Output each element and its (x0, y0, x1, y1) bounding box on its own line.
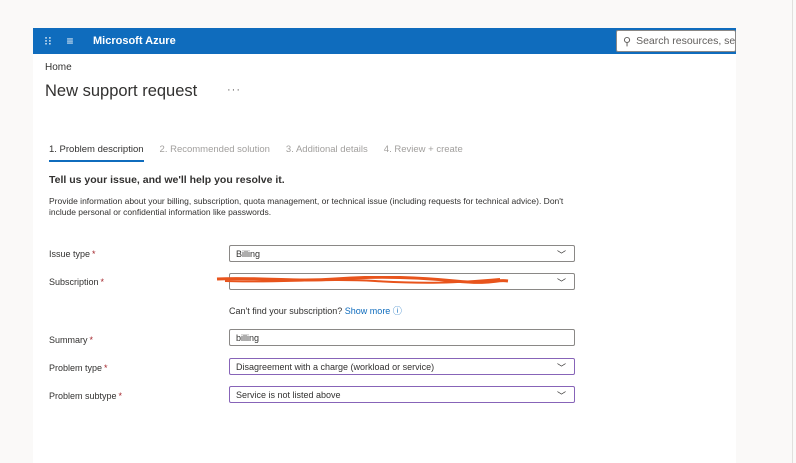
required-mark: * (100, 277, 105, 287)
hamburger-icon[interactable]: ≡ (59, 34, 81, 48)
subscription-label-text: Subscription (49, 277, 99, 287)
issue-type-label: Issue type * (49, 249, 96, 259)
chevron-down-icon: ﹀ (556, 363, 566, 373)
issue-type-select[interactable]: Billing ﹀ (229, 245, 575, 262)
tab-review-create[interactable]: 4. Review + create (384, 144, 463, 162)
problem-subtype-label: Problem subtype * (49, 391, 122, 401)
required-mark: * (92, 249, 96, 259)
chevron-down-icon: ﹀ (556, 278, 566, 288)
tab-recommended-solution[interactable]: 2. Recommended solution (160, 144, 270, 162)
problem-type-value: Disagreement with a charge (workload or … (236, 361, 435, 372)
problem-subtype-value: Service is not listed above (236, 389, 341, 400)
issue-type-label-text: Issue type (49, 249, 91, 259)
window-left-margin (0, 0, 33, 463)
form-description: Provide information about your billing, … (49, 196, 564, 217)
page-title: New support request (45, 82, 198, 100)
summary-label-text: Summary (49, 335, 88, 345)
window-right-margin (736, 0, 796, 463)
search-placeholder: Search resources, ser (636, 35, 736, 47)
subscription-label: Subscription * (49, 277, 104, 287)
tab-additional-details[interactable]: 3. Additional details (286, 144, 368, 162)
main-content: Home New support request ··· 1. Problem … (33, 54, 736, 463)
problem-type-label: Problem type * (49, 363, 108, 373)
problem-type-select[interactable]: Disagreement with a charge (workload or … (229, 358, 575, 375)
required-mark: * (118, 391, 123, 401)
problem-subtype-select[interactable]: Service is not listed above ﹀ (229, 386, 575, 403)
form-heading: Tell us your issue, and we'll help you r… (49, 174, 285, 186)
tab-problem-description[interactable]: 1. Problem description (49, 144, 144, 162)
waffle-icon[interactable]: ⁝⁝ (37, 34, 59, 48)
summary-label: Summary * (49, 335, 93, 345)
more-options-button[interactable]: ··· (227, 84, 241, 96)
screen: ⁝⁝ ≡ Microsoft Azure ⚲ Search resources,… (0, 0, 796, 463)
chevron-down-icon: ﹀ (556, 391, 566, 401)
show-more-link[interactable]: Show more (345, 306, 391, 316)
breadcrumb-home[interactable]: Home (45, 62, 72, 73)
info-icon[interactable]: ⓘ (393, 306, 402, 316)
required-mark: * (89, 335, 94, 345)
summary-input[interactable]: billing (229, 329, 575, 346)
problem-subtype-label-text: Problem subtype (49, 391, 117, 401)
top-nav-bar: ⁝⁝ ≡ Microsoft Azure ⚲ Search resources,… (33, 28, 736, 54)
app-title[interactable]: Microsoft Azure (93, 35, 176, 47)
issue-type-value: Billing (236, 248, 261, 259)
required-mark: * (104, 363, 108, 373)
wizard-tabs: 1. Problem description 2. Recommended so… (49, 144, 479, 162)
subscription-hint: Can't find your subscription? Show more … (229, 304, 402, 317)
subscription-hint-text: Can't find your subscription? (229, 306, 343, 316)
window-top-margin (0, 0, 796, 28)
scrollbar-edge (792, 0, 793, 463)
chevron-down-icon: ﹀ (556, 250, 566, 260)
problem-type-label-text: Problem type (49, 363, 103, 373)
redaction-scribble (216, 276, 509, 284)
search-input[interactable]: ⚲ Search resources, ser (616, 30, 736, 52)
summary-value: billing (236, 332, 260, 343)
search-icon: ⚲ (623, 35, 632, 48)
